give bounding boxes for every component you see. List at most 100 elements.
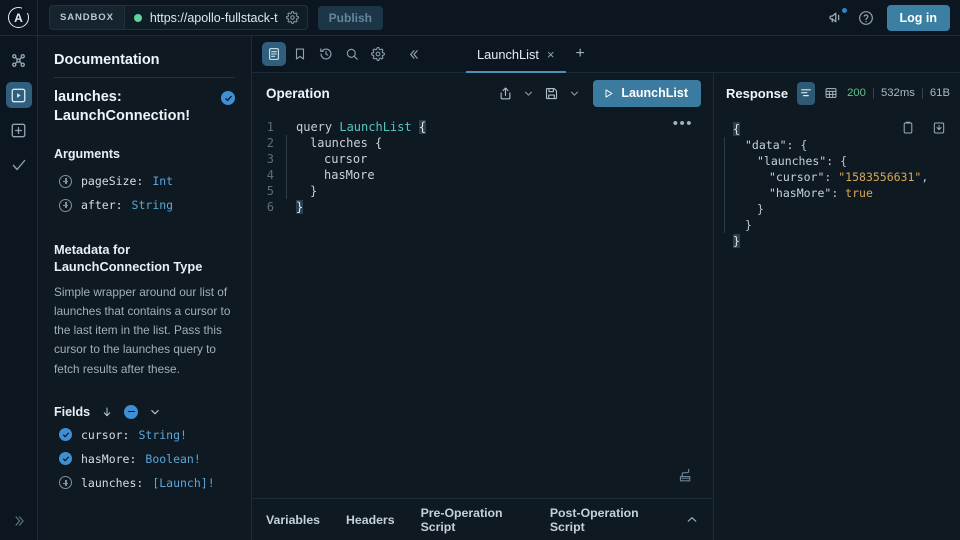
divider (921, 87, 923, 99)
add-tab-button[interactable]: + (566, 36, 595, 72)
login-button[interactable]: Log in (886, 4, 950, 31)
docs-toolbar-settings[interactable] (366, 42, 390, 66)
code-token: hasMore (324, 168, 375, 182)
code-line: 4 hasMore (252, 167, 713, 183)
close-icon[interactable]: × (547, 48, 555, 61)
chevron-down-icon[interactable] (149, 406, 161, 418)
tab-pre-operation-script[interactable]: Pre-Operation Script (421, 506, 524, 534)
indent-guide (286, 183, 287, 199)
indent-guide (724, 217, 725, 233)
field-name: launches: (81, 475, 144, 490)
field-row[interactable]: cursor: String! (54, 423, 235, 447)
code-line: 5} (252, 183, 713, 199)
arrow-down-icon[interactable] (101, 406, 113, 418)
current-field-name: launches: LaunchConnection! (54, 89, 191, 124)
tab-variables[interactable]: Variables (266, 513, 320, 527)
json-text: } (733, 201, 764, 217)
gear-icon[interactable] (285, 11, 299, 24)
endpoint-url-input[interactable]: https://apollo-fullstack-t (125, 6, 307, 29)
code-text: launches { (296, 135, 382, 151)
tab-launchlist[interactable]: LaunchList × (466, 36, 566, 73)
play-icon (605, 88, 613, 98)
fields-partial-select-icon[interactable] (124, 404, 139, 419)
tab-headers[interactable]: Headers (346, 513, 395, 527)
indent-guide (286, 167, 287, 183)
code-token: launches { (310, 136, 383, 150)
argument-type: String (131, 198, 174, 213)
docs-toolbar-history[interactable] (314, 42, 338, 66)
chevron-up-icon[interactable] (685, 513, 699, 527)
code-text: } (296, 199, 304, 215)
field-selected-check-icon[interactable] (59, 428, 72, 442)
endpoint-url-text: https://apollo-fullstack-t (149, 10, 278, 25)
json-token: "launches" (757, 154, 827, 168)
indent-guide (724, 137, 725, 153)
share-icon[interactable] (493, 81, 517, 105)
query-editor[interactable]: ••• 1 query LaunchList {2 launches {3 curso… (252, 113, 713, 498)
response-duration: 532ms (880, 87, 915, 99)
notification-badge (840, 7, 848, 14)
line-number: 6 (266, 200, 274, 214)
save-icon[interactable] (539, 81, 563, 105)
field-type: [Launch]! (152, 475, 215, 490)
docs-toolbar-search[interactable] (340, 42, 364, 66)
docs-panel-collapse-button[interactable] (402, 42, 426, 66)
megaphone-icon[interactable] (828, 7, 848, 26)
sidebar-item-checks[interactable] (6, 152, 32, 178)
field-row[interactable]: hasMore: Boolean! (54, 447, 235, 471)
share-chevron-down-icon[interactable] (519, 81, 537, 105)
json-text: } (733, 217, 752, 233)
publish-button[interactable]: Publish (317, 5, 383, 30)
run-button-label: LaunchList (621, 86, 688, 100)
format-brush-icon[interactable] (678, 467, 695, 484)
download-icon[interactable] (932, 121, 946, 135)
json-line: "hasMore": true (714, 185, 960, 201)
docs-toolbar-saved-operations[interactable] (288, 42, 312, 66)
field-selected-check-icon[interactable] (59, 452, 72, 466)
response-header: Response 200 532ms 61B (714, 73, 960, 113)
json-view-icon[interactable] (797, 81, 816, 105)
json-token: "data" (745, 138, 787, 152)
line-number: 1 (266, 120, 274, 134)
code-line: 6} (252, 199, 713, 215)
rail-expand-button[interactable] (12, 514, 26, 528)
apollo-logo-letter: A (14, 10, 23, 25)
field-name: hasMore: (81, 451, 137, 466)
tab-post-operation-script[interactable]: Post-Operation Script (550, 506, 659, 534)
table-view-icon[interactable] (822, 82, 840, 105)
argument-row[interactable]: after: String (54, 193, 235, 217)
json-token: } (745, 218, 752, 232)
plus-circle-icon[interactable] (59, 198, 72, 212)
status-code: 200 (847, 87, 866, 99)
json-line: "cursor": "1583556631", (714, 169, 960, 185)
json-line: } (714, 201, 960, 217)
sidebar-item-explorer[interactable] (5, 82, 32, 108)
app-body: Documentation launches: LaunchConnection… (0, 36, 960, 540)
json-token: } (733, 234, 740, 248)
json-line: "launches": { (714, 153, 960, 169)
docs-toolbar-documentation[interactable] (262, 42, 286, 66)
code-token: LaunchList (339, 120, 412, 134)
code-token: } (310, 184, 318, 198)
editor-more-menu[interactable]: ••• (673, 116, 693, 131)
json-text: "cursor": "1583556631", (733, 169, 928, 185)
sidebar-item-add-operation[interactable] (6, 117, 32, 143)
plus-circle-icon[interactable] (59, 174, 72, 188)
endpoint-bar: SANDBOX https://apollo-fullstack-t (49, 5, 308, 30)
save-chevron-down-icon[interactable] (565, 81, 583, 105)
field-selected-check-icon[interactable] (221, 91, 235, 105)
sidebar-item-schema-graph[interactable] (6, 47, 32, 73)
operation-bottom-tabs: Variables Headers Pre-Operation Script P… (252, 498, 713, 540)
field-row[interactable]: launches: [Launch]! (54, 471, 235, 495)
plus-circle-icon[interactable] (59, 476, 72, 490)
clipboard-icon[interactable] (901, 121, 915, 135)
field-name: cursor: (81, 427, 130, 442)
response-body[interactable]: {"data": {"launches": {"cursor": "158355… (714, 113, 960, 540)
help-circle-icon[interactable] (858, 10, 874, 26)
apollo-logo[interactable]: A (0, 0, 38, 36)
divider (872, 87, 874, 99)
json-line: } (714, 217, 960, 233)
argument-row[interactable]: pageSize: Int (54, 169, 235, 193)
run-operation-button[interactable]: LaunchList (593, 79, 701, 107)
apollo-logo-icon: A (8, 7, 29, 28)
